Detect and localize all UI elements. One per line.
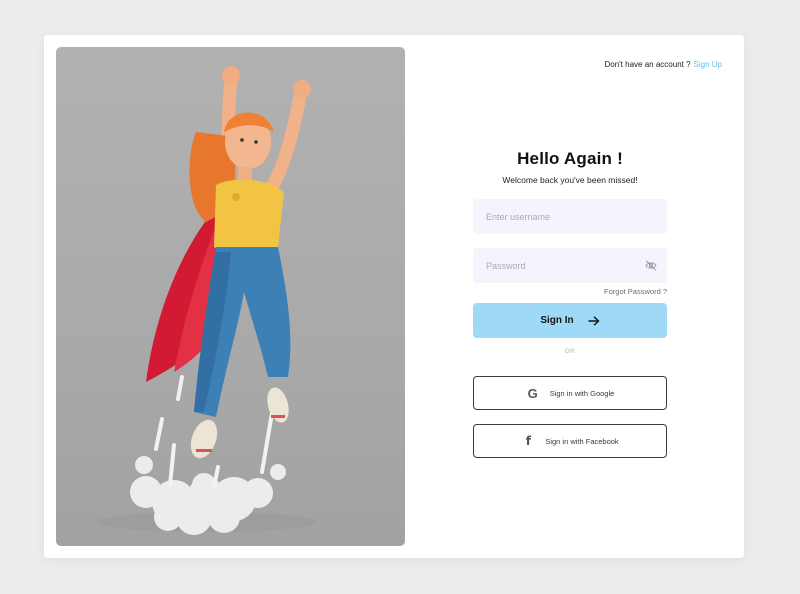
hero-illustration [56, 47, 405, 546]
facebook-signin-label: Sign in with Facebook [545, 436, 619, 446]
page-subtitle: Welcome back you've been missed! [502, 175, 638, 185]
arrow-right-icon [587, 316, 600, 325]
google-signin-button[interactable]: G Sign in with Google [473, 376, 667, 410]
password-input[interactable]: Password [473, 248, 667, 283]
password-placeholder: Password [486, 260, 526, 271]
signin-label: Sign In [540, 315, 574, 326]
facebook-icon: f [525, 434, 531, 448]
signin-button[interactable]: Sign In [473, 303, 667, 338]
signup-link[interactable]: Sign Up [694, 60, 722, 69]
superhero-girl-illustration [96, 66, 316, 535]
or-divider: OR [564, 348, 576, 355]
eye-off-icon[interactable] [645, 260, 657, 271]
username-placeholder: Enter username [486, 211, 551, 222]
page-title: Hello Again ! [517, 149, 623, 168]
google-signin-label: Sign in with Google [549, 388, 615, 398]
facebook-signin-button[interactable]: f Sign in with Facebook [473, 424, 667, 458]
google-icon: G [527, 385, 538, 401]
forgot-password-link[interactable]: Forgot Password ? [473, 287, 667, 296]
signup-prompt-text: Don't have an account ? [604, 60, 691, 69]
username-input[interactable]: Enter username [473, 199, 667, 234]
signup-prompt: Don't have an account ? Sign Up [605, 60, 723, 69]
login-card: Don't have an account ? Sign Up Hello Aga… [44, 35, 744, 558]
